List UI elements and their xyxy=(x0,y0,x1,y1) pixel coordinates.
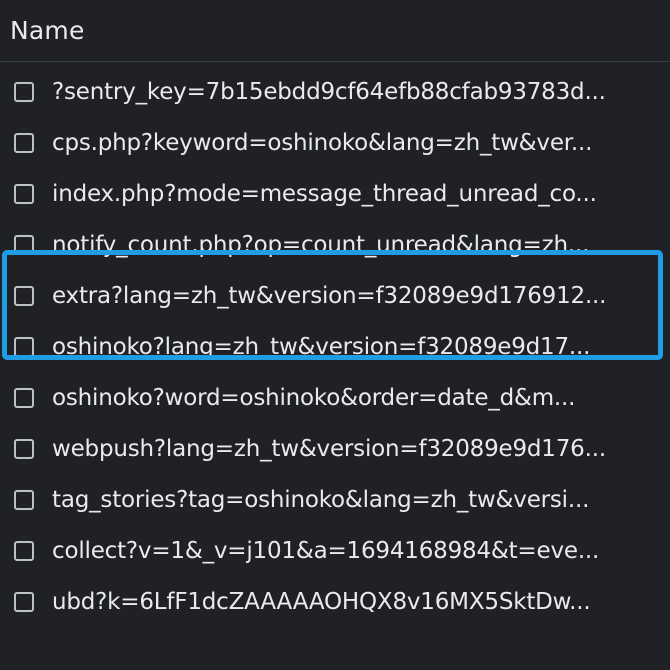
row-checkbox[interactable] xyxy=(14,489,34,510)
request-row[interactable]: webpush?lang=zh_tw&version=f32089e9d176.… xyxy=(0,423,670,474)
row-checkbox[interactable] xyxy=(14,540,34,561)
request-name[interactable]: oshinoko?word=oshinoko&order=date_d&m... xyxy=(52,385,662,411)
request-name[interactable]: tag_stories?tag=oshinoko&lang=zh_tw&vers… xyxy=(52,487,662,513)
request-row[interactable]: tag_stories?tag=oshinoko&lang=zh_tw&vers… xyxy=(0,474,670,525)
request-row[interactable]: index.php?mode=message_thread_unread_co.… xyxy=(0,168,670,219)
request-row[interactable]: collect?v=1&_v=j101&a=1694168984&t=eve..… xyxy=(0,525,670,576)
request-name[interactable]: index.php?mode=message_thread_unread_co.… xyxy=(52,181,662,207)
request-name[interactable]: notify_count.php?op=count_unread&lang=zh… xyxy=(52,232,662,258)
column-header[interactable]: Name xyxy=(0,0,670,62)
request-name[interactable]: cps.php?keyword=oshinoko&lang=zh_tw&ver.… xyxy=(52,130,662,156)
request-row[interactable]: cps.php?keyword=oshinoko&lang=zh_tw&ver.… xyxy=(0,117,670,168)
network-request-panel: Name ?sentry_key=7b15ebdd9cf64efb88cfab9… xyxy=(0,0,670,670)
request-name[interactable]: ubd?k=6LfF1dcZAAAAAOHQX8v16MX5SktDw... xyxy=(52,589,662,615)
request-row[interactable]: ubd?k=6LfF1dcZAAAAAOHQX8v16MX5SktDw... xyxy=(0,576,670,627)
row-checkbox[interactable] xyxy=(14,285,34,306)
request-row[interactable]: extra?lang=zh_tw&version=f32089e9d176912… xyxy=(0,270,670,321)
row-checkbox[interactable] xyxy=(14,591,34,612)
request-list: ?sentry_key=7b15ebdd9cf64efb88cfab93783d… xyxy=(0,62,670,627)
request-row-highlighted[interactable]: oshinoko?word=oshinoko&order=date_d&m... xyxy=(0,372,670,423)
request-name[interactable]: ?sentry_key=7b15ebdd9cf64efb88cfab93783d… xyxy=(52,79,662,105)
request-name[interactable]: extra?lang=zh_tw&version=f32089e9d176912… xyxy=(52,283,662,309)
request-name[interactable]: webpush?lang=zh_tw&version=f32089e9d176.… xyxy=(52,436,662,462)
name-column-header[interactable]: Name xyxy=(10,16,85,45)
request-row[interactable]: ?sentry_key=7b15ebdd9cf64efb88cfab93783d… xyxy=(0,66,670,117)
request-row-highlighted[interactable]: oshinoko?lang=zh_tw&version=f32089e9d17.… xyxy=(0,321,670,372)
row-checkbox[interactable] xyxy=(14,336,34,357)
request-row[interactable]: notify_count.php?op=count_unread&lang=zh… xyxy=(0,219,670,270)
row-checkbox[interactable] xyxy=(14,387,34,408)
row-checkbox[interactable] xyxy=(14,438,34,459)
row-checkbox[interactable] xyxy=(14,132,34,153)
row-checkbox[interactable] xyxy=(14,234,34,255)
request-name[interactable]: oshinoko?lang=zh_tw&version=f32089e9d17.… xyxy=(52,334,662,360)
row-checkbox[interactable] xyxy=(14,183,34,204)
row-checkbox[interactable] xyxy=(14,81,34,102)
request-name[interactable]: collect?v=1&_v=j101&a=1694168984&t=eve..… xyxy=(52,538,662,564)
